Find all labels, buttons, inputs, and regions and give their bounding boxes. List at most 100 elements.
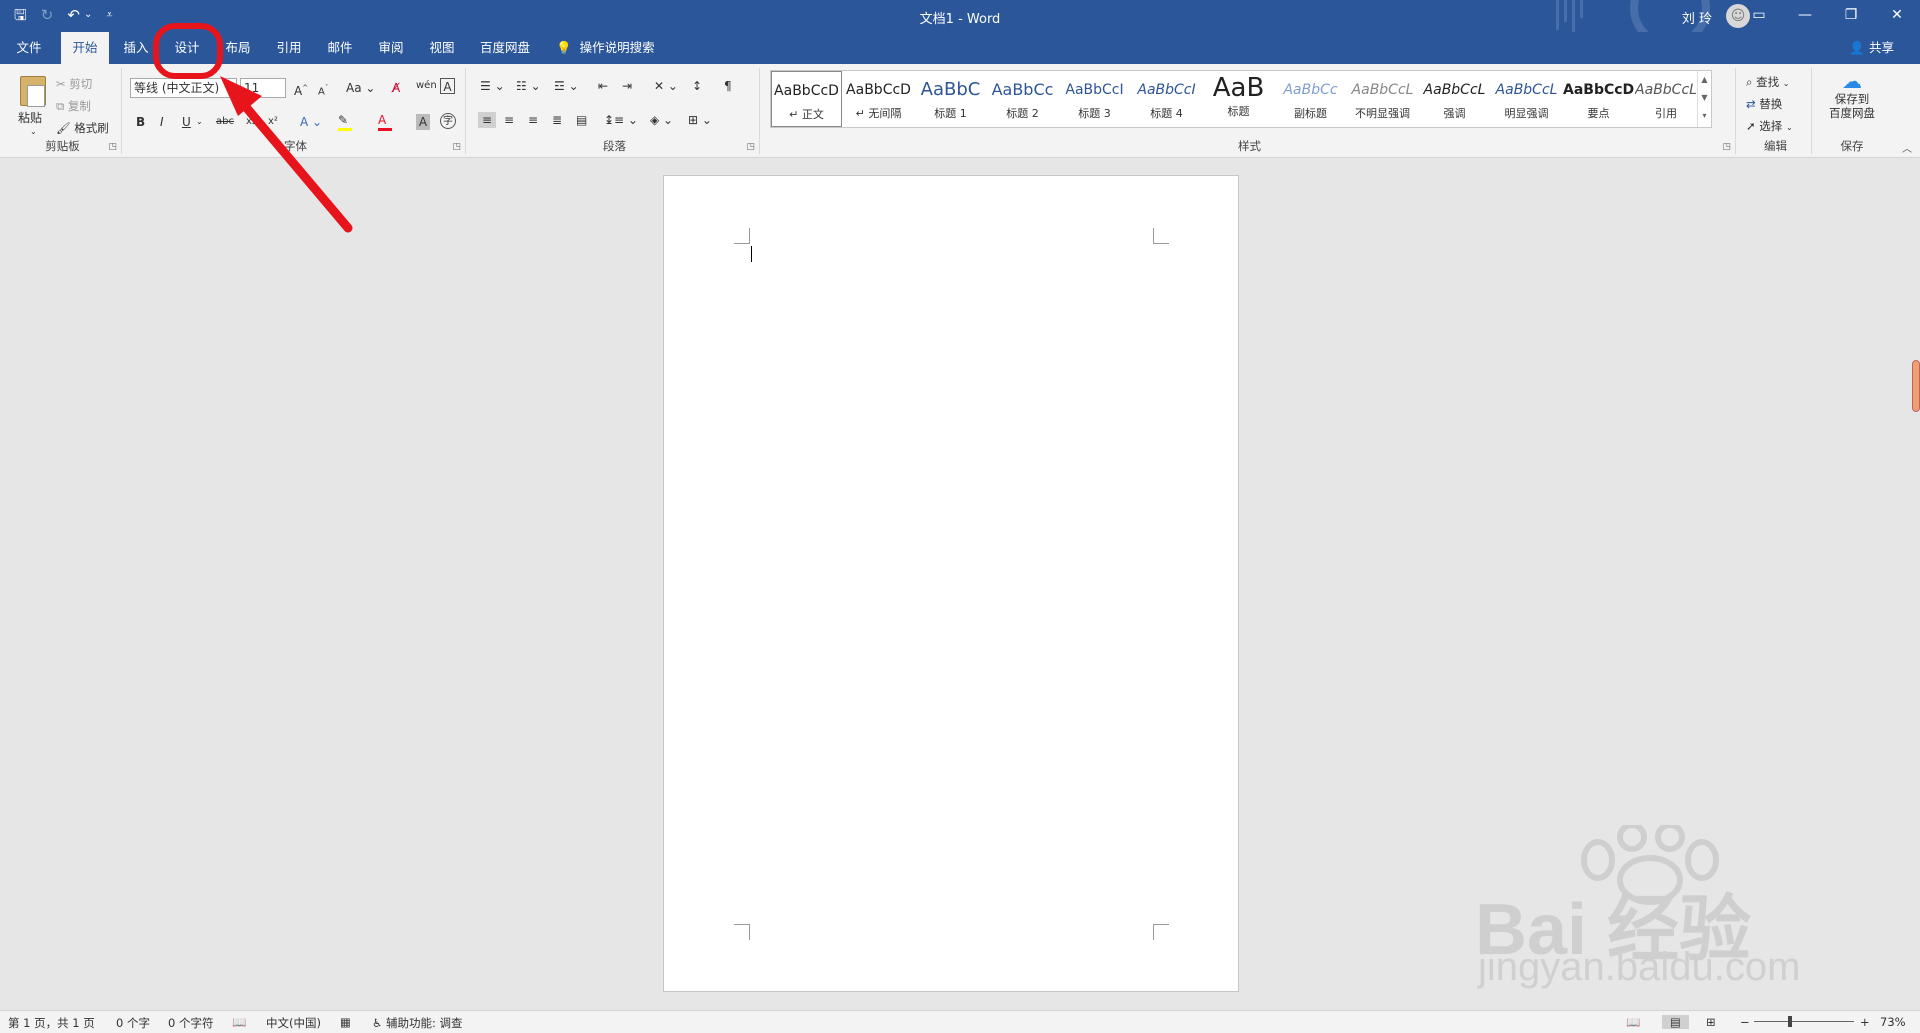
tab-view[interactable]: 视图 xyxy=(421,32,463,64)
magnifier-icon: ⌕ xyxy=(1746,75,1753,89)
style-item[interactable]: AaBbCcL 明显强调 xyxy=(1491,71,1562,127)
save-group: ☁ 保存到 百度网盘 保存 xyxy=(1816,68,1888,154)
char-count[interactable]: 0 个字符 xyxy=(168,1015,213,1031)
proofing-icon[interactable]: 📖 xyxy=(232,1015,246,1029)
asian-layout-icon[interactable]: ✕ ⌄ xyxy=(654,78,678,94)
margin-corner-top-left xyxy=(734,228,750,244)
tab-baidu-netdisk[interactable]: 百度网盘 xyxy=(474,32,536,64)
accessibility-label: 辅助功能: 调查 xyxy=(385,1016,463,1030)
style-item[interactable]: AaBbCcL 引用 xyxy=(1635,71,1697,127)
distributed-icon[interactable]: ▤ xyxy=(576,112,587,128)
paragraph-group: ☰ ⌄ ☷ ⌄ ☲ ⌄ ⇤ ⇥ ✕ ⌄ ↕ ¶ ≡ ≡ ≡ ≣ ▤ ↨≡ ⌄ ◈… xyxy=(470,68,760,154)
style-item[interactable]: AaBbCcD ↵ 正文 xyxy=(771,71,842,127)
paragraph-launcher-icon[interactable]: ◳ xyxy=(746,142,755,152)
style-item[interactable]: AaBbCcL 不明显强调 xyxy=(1347,71,1418,127)
increase-indent-icon[interactable]: ⇥ xyxy=(622,78,632,94)
phonetic-guide-icon[interactable]: wén xyxy=(416,78,437,94)
bullets-icon[interactable]: ☰ ⌄ xyxy=(480,78,505,94)
multilevel-list-icon[interactable]: ☲ ⌄ xyxy=(554,78,579,94)
zoom-in-icon[interactable]: + xyxy=(1860,1015,1870,1029)
select-button[interactable]: ➚ 选择 ⌄ xyxy=(1746,118,1793,136)
style-item[interactable]: AaBbCc 标题 2 xyxy=(987,71,1058,127)
style-item[interactable]: AaBbC 标题 1 xyxy=(915,71,986,127)
shading-icon[interactable]: ◈ ⌄ xyxy=(650,112,673,128)
style-item[interactable]: AaB 标题 xyxy=(1203,71,1274,127)
restore-button[interactable]: ❐ xyxy=(1828,0,1874,32)
share-button[interactable]: 👤 共享 xyxy=(1849,32,1894,64)
cloud-icon: ☁ xyxy=(1842,69,1862,93)
minimize-button[interactable]: — xyxy=(1782,0,1828,32)
style-preview: AaB xyxy=(1212,75,1265,101)
select-dropdown-icon[interactable]: ⌄ xyxy=(1786,123,1793,132)
style-preview: AaBbC xyxy=(920,79,981,100)
accessibility-status[interactable]: ♿ 辅助功能: 调查 xyxy=(372,1015,463,1031)
vertical-scrollbar-thumb[interactable] xyxy=(1912,360,1920,412)
decrease-indent-icon[interactable]: ⇤ xyxy=(598,78,608,94)
language-status[interactable]: 中文(中国) xyxy=(266,1015,321,1031)
style-item[interactable]: AaBbCcI 标题 4 xyxy=(1131,71,1202,127)
align-center-icon[interactable]: ≡ xyxy=(504,112,514,128)
styles-launcher-icon[interactable]: ◳ xyxy=(1722,142,1731,152)
save-to-netdisk-button[interactable]: ☁ 保存到 百度网盘 xyxy=(1816,70,1888,120)
style-preview: AaBbCcD xyxy=(1563,82,1634,98)
tell-me-label: 操作说明搜索 xyxy=(579,40,655,55)
find-button[interactable]: ⌕ 查找 ⌄ xyxy=(1746,74,1789,92)
style-preview: AaBbCc xyxy=(991,80,1054,99)
replace-button[interactable]: ⇄ 替换 xyxy=(1746,96,1782,112)
document-page[interactable] xyxy=(663,175,1239,992)
style-name: ↵ 正文 xyxy=(789,108,824,121)
style-item[interactable]: AaBbCcD ↵ 无间隔 xyxy=(843,71,914,127)
zoom-slider-thumb[interactable] xyxy=(1788,1016,1792,1027)
scroll-down-icon[interactable]: ▼ xyxy=(1698,89,1711,107)
borders-icon[interactable]: ⊞ ⌄ xyxy=(688,112,712,128)
margin-corner-bottom-right xyxy=(1153,924,1169,940)
save-line2: 百度网盘 xyxy=(1829,106,1875,120)
print-layout-icon[interactable]: ▤ xyxy=(1662,1015,1689,1029)
word-count[interactable]: 0 个字 xyxy=(116,1015,150,1031)
style-item[interactable]: AaBbCc 副标题 xyxy=(1275,71,1346,127)
style-name: ↵ 无间隔 xyxy=(855,107,902,120)
tell-me-search[interactable]: 💡 操作说明搜索 xyxy=(556,32,655,64)
style-item[interactable]: AaBbCcD 要点 xyxy=(1563,71,1634,127)
find-dropdown-icon[interactable]: ⌄ xyxy=(1783,79,1790,88)
page-count[interactable]: 第 1 页，共 1 页 xyxy=(8,1015,95,1031)
collapse-ribbon-icon[interactable]: ︿ xyxy=(1902,140,1912,155)
scroll-up-icon[interactable]: ▲ xyxy=(1698,71,1711,89)
character-shading-icon[interactable]: A xyxy=(416,114,430,130)
style-preview: AaBbCcI xyxy=(1065,82,1124,98)
styles-scroll[interactable]: ▲ ▼ ▾ xyxy=(1697,71,1711,127)
enclose-characters-icon[interactable]: 字 xyxy=(440,113,456,129)
editing-label: 编辑 xyxy=(1764,139,1787,153)
style-item[interactable]: AaBbCcI 标题 3 xyxy=(1059,71,1130,127)
style-name: 标题 4 xyxy=(1150,107,1183,120)
justify-icon[interactable]: ≣ xyxy=(552,112,562,128)
styles-gallery: AaBbCcD ↵ 正文 AaBbCcD ↵ 无间隔 AaBbC 标题 1 Aa… xyxy=(770,70,1712,128)
macro-icon[interactable]: ▦ xyxy=(340,1015,351,1029)
show-marks-icon[interactable]: ¶ xyxy=(724,78,732,94)
save-line1: 保存到 xyxy=(1834,92,1870,106)
align-right-icon[interactable]: ≡ xyxy=(528,112,538,128)
style-item[interactable]: AaBbCcL 强调 xyxy=(1419,71,1490,127)
character-border-icon[interactable]: A xyxy=(440,78,455,94)
web-layout-icon[interactable]: ⊞ xyxy=(1706,1015,1716,1029)
style-name: 强调 xyxy=(1443,107,1466,120)
font-launcher-icon[interactable]: ◳ xyxy=(452,142,461,152)
style-name: 要点 xyxy=(1587,107,1610,120)
close-button[interactable]: ✕ xyxy=(1874,0,1920,32)
more-styles-icon[interactable]: ▾ xyxy=(1698,107,1711,125)
style-name: 副标题 xyxy=(1294,107,1327,120)
align-left-icon[interactable]: ≡ xyxy=(478,112,496,128)
ribbon-display-options-icon[interactable]: ▭ xyxy=(1736,0,1782,32)
line-spacing-icon[interactable]: ↨≡ ⌄ xyxy=(604,112,638,128)
zoom-level[interactable]: 73% xyxy=(1880,1015,1906,1029)
zoom-slider[interactable] xyxy=(1754,1021,1854,1022)
style-name: 标题 xyxy=(1227,105,1250,118)
paragraph-label: 段落 xyxy=(603,139,626,153)
user-name[interactable]: 刘 玲 xyxy=(1682,8,1712,27)
numbering-icon[interactable]: ☷ ⌄ xyxy=(516,78,541,94)
margin-corner-top-right xyxy=(1153,228,1169,244)
sort-icon[interactable]: ↕ xyxy=(692,78,702,94)
style-preview: AaBbCcL xyxy=(1423,82,1486,98)
read-mode-icon[interactable]: 📖 xyxy=(1626,1015,1640,1029)
zoom-out-icon[interactable]: − xyxy=(1740,1015,1750,1029)
